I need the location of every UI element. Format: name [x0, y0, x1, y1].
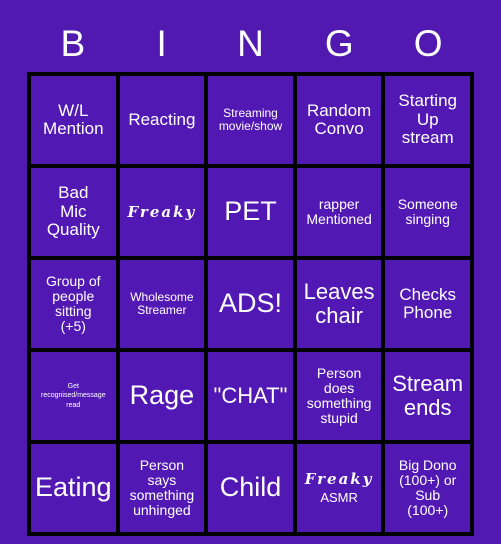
bingo-cell-sublabel: ASMR [320, 489, 358, 505]
bingo-cell-label: Wholesome Streamer [130, 290, 194, 317]
bingo-cell-label: Streaming movie/show [218, 106, 283, 133]
bingo-cell-label: PET [224, 196, 277, 227]
bingo-cell[interactable]: Freaky ASMR [296, 444, 382, 532]
bingo-cell-label: Get recognised/message read [41, 382, 106, 409]
bingo-cell-label: Stream ends [392, 371, 464, 420]
bingo-cell-label: Someone singing [397, 195, 458, 227]
bingo-cell[interactable]: Rage [119, 352, 205, 440]
bingo-card: B I N G O W/L Mention Reacting Streaming m… [0, 0, 501, 544]
bingo-cell-label: Starting Up stream [398, 91, 457, 148]
bingo-grid: W/L Mention Reacting Streaming movie/show R… [31, 76, 470, 532]
bingo-cell[interactable]: Person does something stupid [296, 352, 382, 440]
bingo-cell-label: Big Dono (100+) or Sub (100+) [398, 456, 457, 519]
bingo-cell-label: W/L Mention [43, 100, 104, 138]
bingo-cell-label: Rage [129, 380, 195, 411]
bingo-cell[interactable]: Eating [31, 444, 116, 532]
bingo-cell[interactable]: Person says something unhinged [119, 444, 205, 532]
bingo-cell-label: rapper Mentioned [306, 195, 372, 227]
bingo-cell-label: Group of people sitting (+5) [46, 272, 101, 335]
bingo-cell-label: Person says something unhinged [129, 456, 195, 519]
bingo-cell[interactable]: rapper Mentioned [296, 168, 382, 256]
bingo-cell[interactable]: Streaming movie/show [208, 76, 293, 164]
bingo-cell-label: Freaky [127, 202, 197, 221]
bingo-cell[interactable]: PET [208, 168, 293, 256]
bingo-cell[interactable]: Leaves chair [296, 260, 382, 348]
bingo-cell[interactable]: Reacting [119, 76, 205, 164]
bingo-cell[interactable]: Wholesome Streamer [119, 260, 205, 348]
header-letter-b: B [60, 23, 86, 64]
bingo-cell[interactable]: "CHAT" [208, 352, 293, 440]
header-letter-i: I [156, 23, 167, 64]
bingo-cell[interactable]: Big Dono (100+) or Sub (100+) [385, 444, 470, 532]
bingo-cell[interactable]: Child [208, 444, 293, 532]
bingo-cell-label: ADS! [218, 288, 282, 319]
bingo-cell[interactable]: ADS! [208, 260, 293, 348]
bingo-cell-label: Bad Mic Quality [46, 183, 100, 240]
header-letter-g: G [324, 23, 354, 64]
bingo-cell[interactable]: W/L Mention [31, 76, 116, 164]
bingo-cell[interactable]: Someone singing [385, 168, 470, 256]
bingo-cell-label: "CHAT" [213, 383, 288, 409]
bingo-header: B I N G O [29, 22, 473, 66]
bingo-cell[interactable]: Random Convo [296, 76, 382, 164]
header-letter-n: N [237, 23, 264, 64]
bingo-cell-label: Eating [35, 472, 112, 503]
bingo-cell[interactable]: Starting Up stream [385, 76, 470, 164]
bingo-cell-label: Child [219, 472, 282, 503]
bingo-cell-label: Person does something stupid [306, 364, 372, 427]
bingo-cell-label: Reacting [128, 109, 196, 129]
bingo-cell-label: Random Convo [306, 100, 372, 138]
bingo-cell[interactable]: Get recognised/message read [31, 352, 116, 440]
bingo-cell-label: Checks Phone [399, 284, 457, 322]
bingo-cell[interactable]: Stream ends [385, 352, 470, 440]
bingo-cell-label: Leaves chair [303, 279, 375, 328]
bingo-cell[interactable]: Freaky [119, 168, 205, 256]
bingo-cell[interactable]: Bad Mic Quality [31, 168, 116, 256]
header-letter-o: O [413, 23, 443, 64]
bingo-cell-label: Freaky ASMR [300, 471, 379, 504]
bingo-cell[interactable]: Checks Phone [385, 260, 470, 348]
bingo-grid-border: W/L Mention Reacting Streaming movie/show R… [27, 72, 474, 536]
bingo-cell[interactable]: Group of people sitting (+5) [31, 260, 116, 348]
